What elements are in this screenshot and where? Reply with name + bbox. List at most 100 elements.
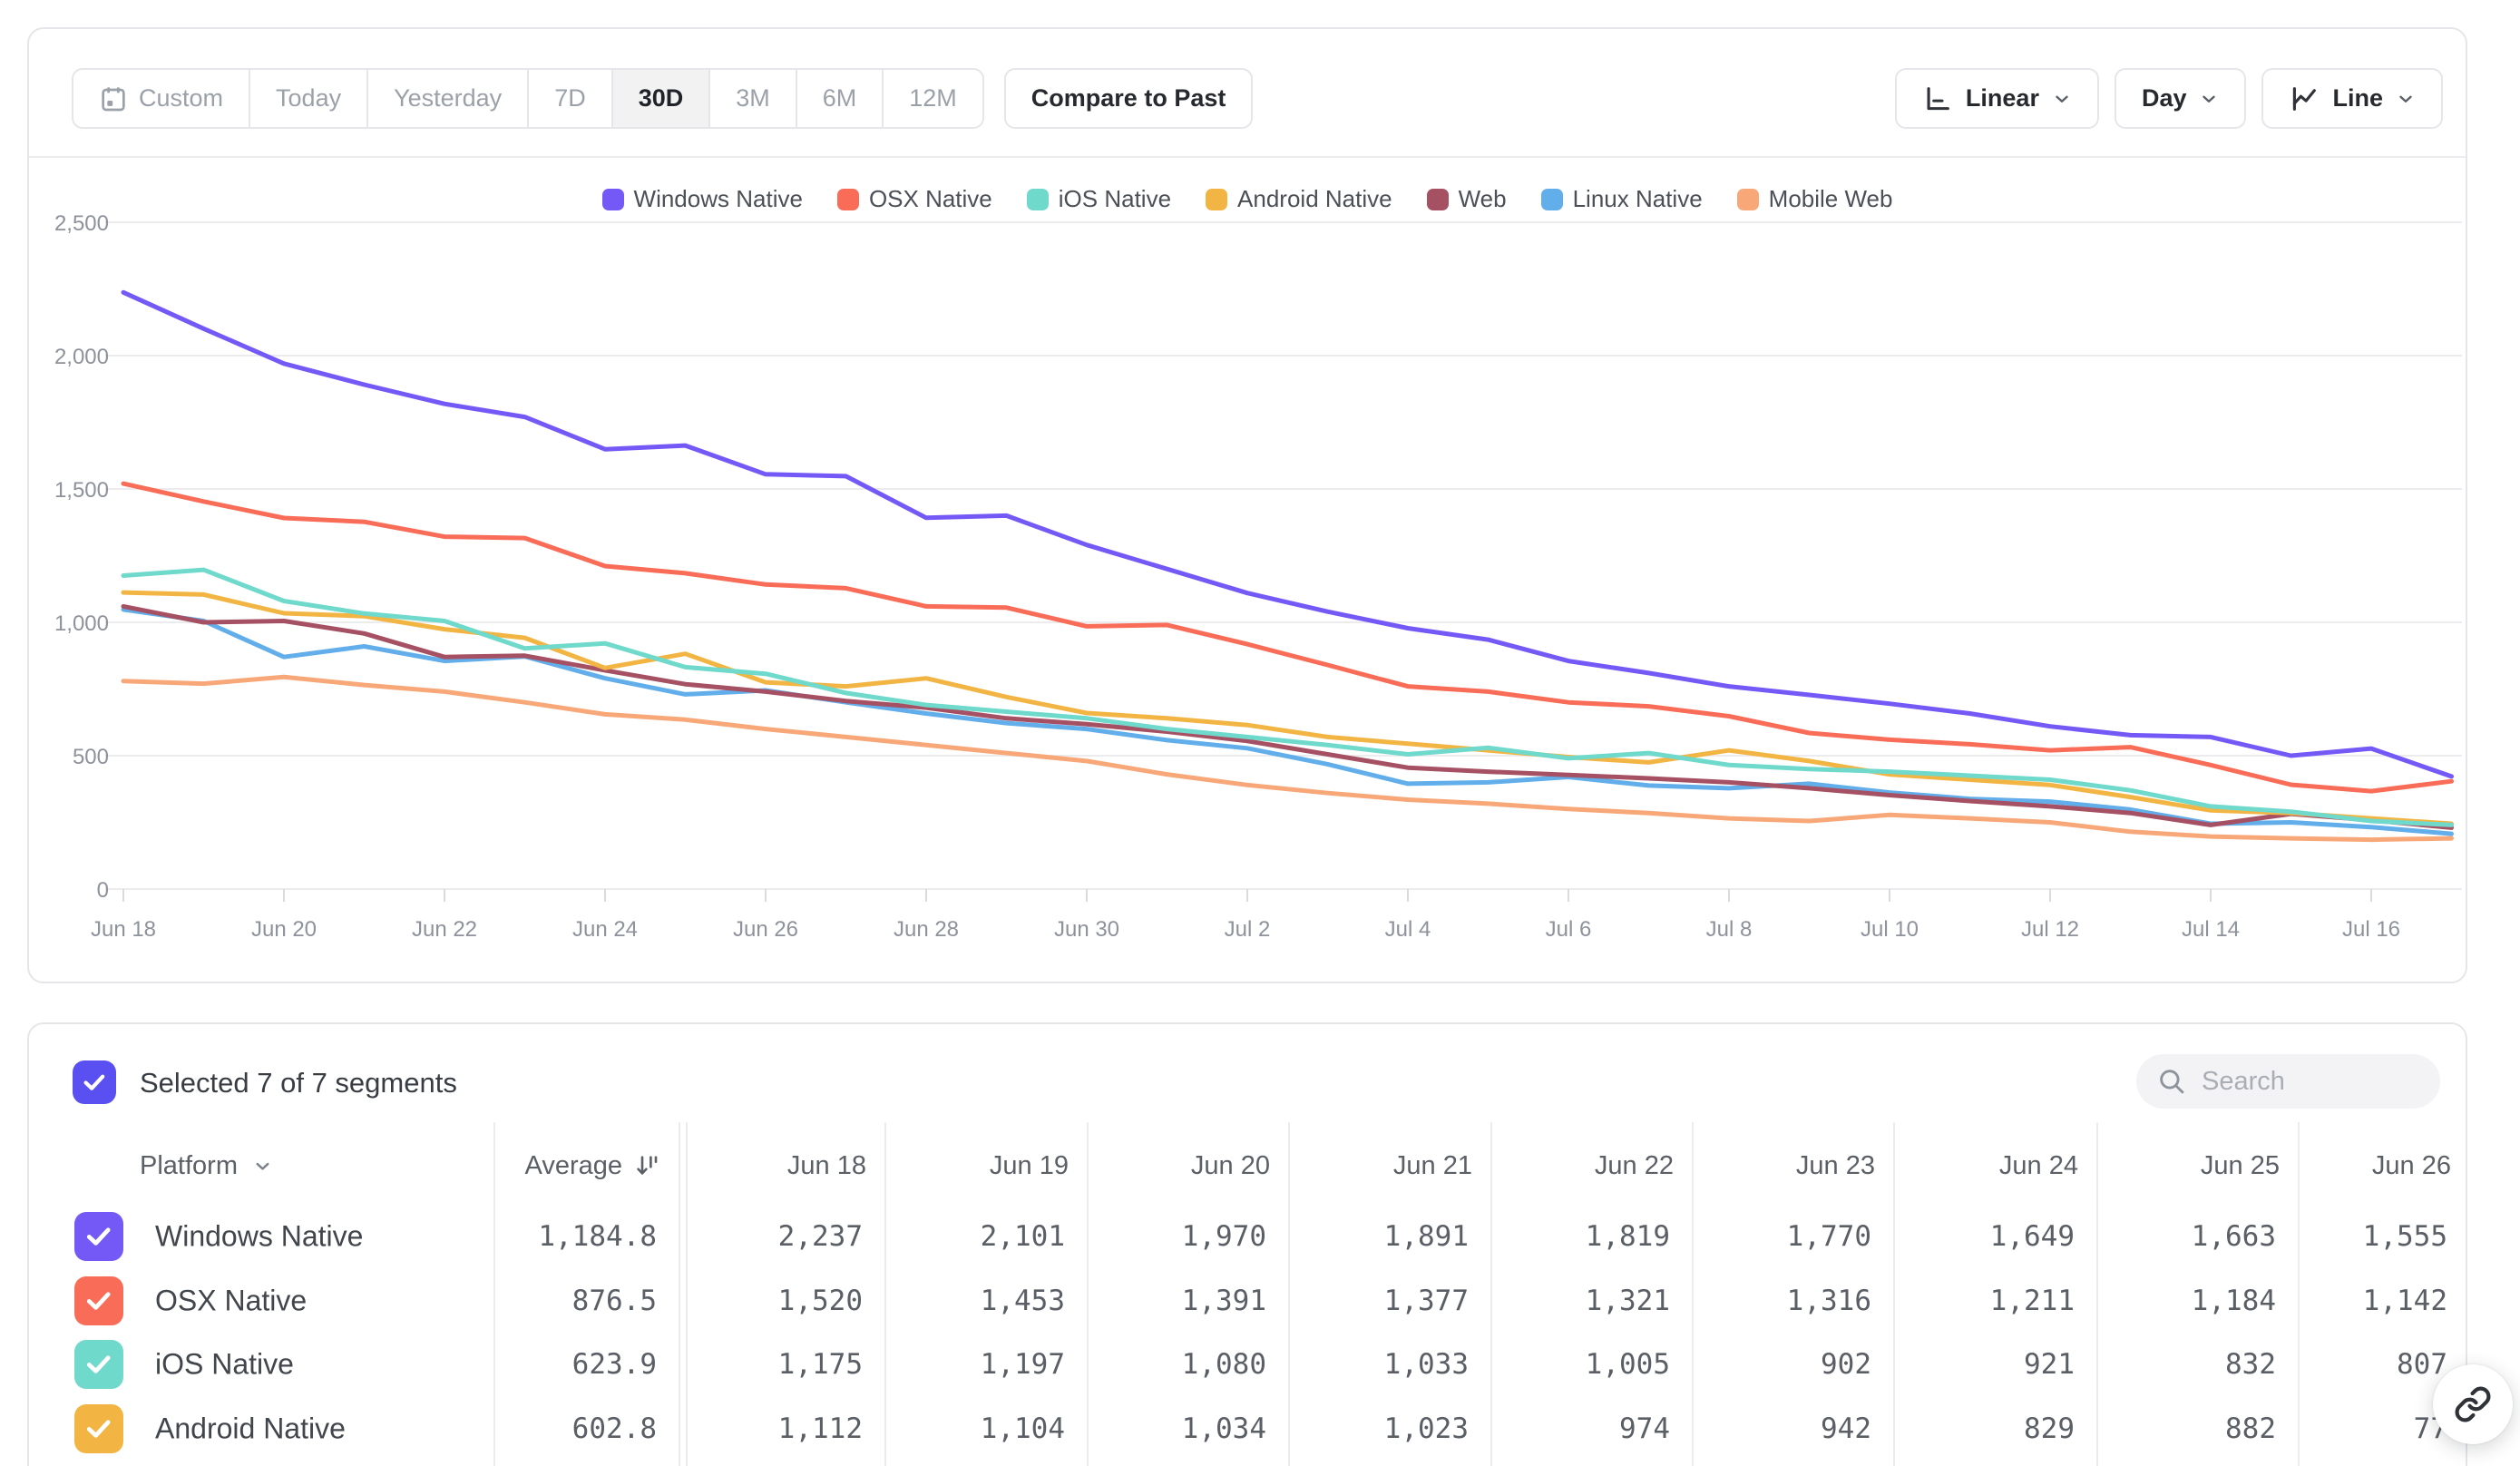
x-axis-tick-label: Jun 28 (894, 917, 959, 942)
value-cell: 1,023 (1384, 1412, 1469, 1445)
average-column-header[interactable]: Average (428, 1144, 660, 1187)
y-axis-tick-label: 2,500 (54, 211, 109, 236)
average-cell: 623.9 (572, 1348, 657, 1381)
value-cell: 1,033 (1384, 1348, 1469, 1381)
y-axis-tick-label: 1,000 (54, 611, 109, 636)
value-cell: 921 (2024, 1348, 2075, 1381)
column-header-jun-25: Jun 25 (2098, 1144, 2280, 1187)
check-icon (83, 1285, 113, 1315)
column-header-jun-22: Jun 22 (1492, 1144, 1674, 1187)
selected-summary: Selected 7 of 7 segments (140, 1067, 457, 1100)
table-row-osx-native: OSX Native 876.5 1,520 1,453 1,391 1,377 1,321… (29, 1269, 2466, 1333)
table-row-ios-native: iOS Native 623.9 1,175 1,197 1,080 1,033 1,005… (29, 1333, 2466, 1396)
table-row-android-native: Android Native602.81,1121,1041,0341,0239… (29, 1397, 2466, 1461)
check-icon (83, 1413, 113, 1443)
x-axis-tick-label: Jul 6 (1546, 917, 1592, 942)
platform-label: OSX Native (155, 1284, 307, 1317)
value-cell: 2,101 (981, 1220, 1065, 1253)
x-axis-tick-label: Jul 14 (2182, 917, 2240, 942)
value-cell: 1,970 (1182, 1220, 1266, 1253)
value-cell: 807 (2397, 1348, 2447, 1381)
value-cell: 1,211 (1990, 1285, 2075, 1317)
x-axis-tick-label: Jun 18 (91, 917, 156, 942)
x-axis-tick-label: Jul 4 (1385, 917, 1431, 942)
value-cell: 1,142 (2363, 1285, 2447, 1317)
x-axis-tick-label: Jun 26 (733, 917, 798, 942)
x-axis-tick-label: Jun 30 (1054, 917, 1119, 942)
value-cell: 1,663 (2192, 1220, 2276, 1253)
check-icon (81, 1069, 108, 1096)
value-cell: 882 (2225, 1412, 2276, 1445)
value-cell: 1,175 (778, 1348, 863, 1381)
x-axis-tick-label: Jun 22 (412, 917, 477, 942)
value-cell: 1,555 (2363, 1220, 2447, 1253)
column-header-jun-18: Jun 18 (685, 1144, 866, 1187)
value-cell: 942 (1821, 1412, 1871, 1445)
value-cell: 1,197 (981, 1348, 1065, 1381)
x-axis-tick-label: Jul 16 (2342, 917, 2400, 942)
y-axis-tick-label: 1,500 (54, 478, 109, 503)
value-cell: 1,080 (1182, 1348, 1266, 1381)
search-input[interactable] (2200, 1066, 2403, 1098)
x-axis-tick-label: Jun 20 (251, 917, 317, 942)
y-axis-tick-label: 2,000 (54, 345, 109, 369)
value-cell: 1,321 (1586, 1285, 1670, 1317)
platform-label: Windows Native (155, 1220, 363, 1254)
value-cell: 1,391 (1182, 1285, 1266, 1317)
value-cell: 1,184 (2192, 1285, 2276, 1317)
average-cell: 876.5 (572, 1285, 657, 1317)
row-checkbox[interactable] (74, 1340, 123, 1389)
search-box (2136, 1054, 2440, 1109)
share-link-button[interactable] (2433, 1364, 2513, 1444)
y-axis-tick-label: 0 (97, 878, 109, 903)
series-line-osx-native (123, 484, 2452, 791)
row-checkbox[interactable] (74, 1212, 123, 1261)
line-chart[interactable]: 0 500 1,000 1,500 2,000 2,500 Jun 18 Jun 20 Jun … (29, 29, 2469, 985)
column-header-jun-26: Jun 26 (2270, 1144, 2451, 1187)
select-all-checkbox[interactable] (73, 1060, 116, 1104)
x-axis-tick-label: Jul 10 (1861, 917, 1919, 942)
value-cell: 1,316 (1787, 1285, 1871, 1317)
value-cell: 902 (1821, 1348, 1871, 1381)
value-cell: 1,453 (981, 1285, 1065, 1317)
value-cell: 1,770 (1787, 1220, 1871, 1253)
column-header-jun-19: Jun 19 (887, 1144, 1069, 1187)
value-cell: 974 (1619, 1412, 1670, 1445)
x-axis-tick-label: Jul 12 (2021, 917, 2079, 942)
x-axis-tick-label: Jul 8 (1706, 917, 1753, 942)
y-axis-tick-label: 500 (73, 745, 109, 769)
value-cell: 1,104 (981, 1412, 1065, 1445)
value-cell: 1,520 (778, 1285, 863, 1317)
chevron-down-icon (252, 1156, 273, 1177)
value-cell: 1,819 (1586, 1220, 1670, 1253)
series-line-linux-native (123, 610, 2452, 834)
check-icon (83, 1221, 113, 1251)
average-cell: 1,184.8 (538, 1220, 657, 1253)
value-cell: 1,377 (1384, 1285, 1469, 1317)
platform-label: Android Native (155, 1412, 346, 1445)
value-cell: 2,237 (778, 1220, 863, 1253)
link-icon (2454, 1385, 2492, 1423)
platform-label: iOS Native (155, 1348, 294, 1382)
column-header-jun-24: Jun 24 (1897, 1144, 2078, 1187)
value-cell: 1,649 (1990, 1220, 2075, 1253)
search-icon (2156, 1066, 2187, 1097)
value-cell: 1,891 (1384, 1220, 1469, 1253)
platform-column-header[interactable]: Platform (140, 1144, 273, 1187)
average-cell: 602.8 (572, 1412, 657, 1445)
row-checkbox[interactable] (74, 1276, 123, 1325)
row-checkbox[interactable] (74, 1404, 123, 1453)
column-header-jun-20: Jun 20 (1089, 1144, 1270, 1187)
segments-table-card: Selected 7 of 7 segments Platform Averag… (27, 1022, 2467, 1466)
table-row-windows-native: Windows Native 1,184.8 2,237 2,101 1,970 1,89… (29, 1205, 2466, 1268)
value-cell: 832 (2225, 1348, 2276, 1381)
series-line-windows-native (123, 292, 2452, 777)
value-cell: 829 (2024, 1412, 2075, 1445)
chart-card: Custom Today Yesterday 7D 30D 3M 6M 12M … (27, 27, 2467, 983)
column-header-jun-23: Jun 23 (1694, 1144, 1875, 1187)
value-cell: 1,005 (1586, 1348, 1670, 1381)
insights-dashboard: Custom Today Yesterday 7D 30D 3M 6M 12M … (0, 0, 2520, 1466)
check-icon (83, 1349, 113, 1379)
x-axis-tick-label: Jun 24 (572, 917, 638, 942)
column-header-jun-21: Jun 21 (1291, 1144, 1472, 1187)
